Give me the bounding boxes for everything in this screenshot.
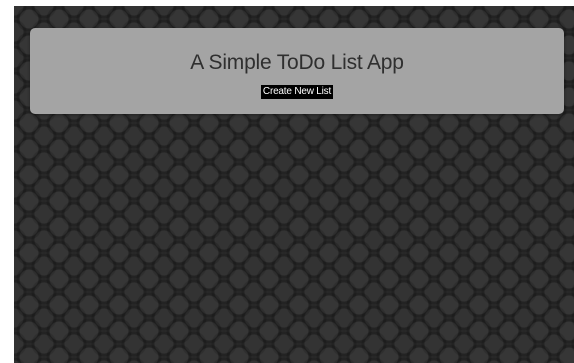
app-title: A Simple ToDo List App xyxy=(190,51,404,74)
app-viewport: A Simple ToDo List App Create New List xyxy=(14,6,574,363)
create-new-list-button[interactable]: Create New List xyxy=(260,85,334,99)
header-card: A Simple ToDo List App Create New List xyxy=(30,28,564,114)
